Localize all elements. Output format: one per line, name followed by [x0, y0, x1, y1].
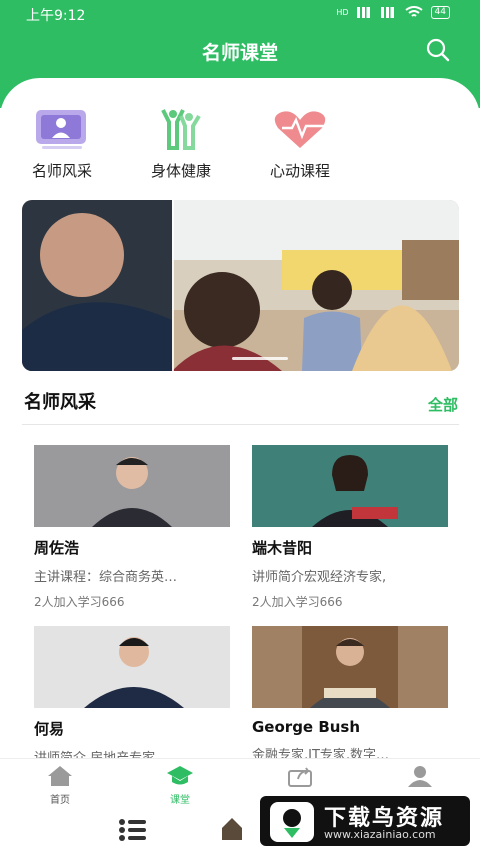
- home-nav-icon[interactable]: [220, 816, 244, 842]
- join-count: 2人加入学习666: [252, 595, 343, 609]
- view-all-link[interactable]: 全部: [428, 394, 458, 415]
- teacher-name: George Bush: [252, 718, 361, 736]
- bird-logo-icon: [270, 802, 314, 842]
- search-icon[interactable]: [426, 38, 450, 62]
- category-health[interactable]: 身体健康: [131, 108, 231, 181]
- category-label: 名师风采: [31, 162, 92, 180]
- teacher-name: 端木昔阳: [252, 539, 313, 557]
- heart-pulse-icon: [274, 111, 328, 148]
- category-heart[interactable]: 心动课程: [250, 108, 350, 181]
- teacher-card[interactable]: George Bush 金融专家,IT专家,数字…: [252, 626, 448, 763]
- teacher-card[interactable]: 何易 讲师简介,房地产专家: [34, 626, 230, 766]
- category-teachers[interactable]: 名师风采: [12, 108, 112, 181]
- status-time: 上午9:12: [26, 8, 86, 24]
- signal-icon: [356, 7, 373, 18]
- tab-home[interactable]: 首页: [20, 765, 100, 806]
- teacher-photo: [34, 445, 230, 527]
- category-label: 心动课程: [269, 162, 330, 180]
- teacher-photo: [252, 626, 448, 708]
- teacher-desc: 讲师简介宏观经济专家,: [252, 570, 387, 585]
- signal-icon-2: [380, 7, 397, 18]
- status-bar: 上午9:12 HD 44: [0, 0, 480, 28]
- share-icon: [288, 767, 312, 787]
- tab-share[interactable]: [260, 765, 340, 791]
- tab-profile[interactable]: [380, 765, 460, 791]
- people-health-icon: [161, 109, 201, 150]
- battery-icon: 44: [430, 6, 450, 19]
- classroom-icon: [167, 766, 193, 785]
- banner-carousel[interactable]: [22, 200, 459, 371]
- wifi-icon: [404, 6, 423, 17]
- teacher-photo: [34, 626, 230, 708]
- user-icon: [408, 766, 432, 787]
- tab-classroom[interactable]: 课堂: [140, 765, 220, 806]
- status-icons: HD 44: [336, 6, 450, 19]
- category-row: 名师风采 身体健康 心动课程: [0, 108, 480, 188]
- tab-label: 首页: [50, 795, 70, 806]
- section-title-text: 名师风采: [24, 392, 96, 413]
- menu-icon[interactable]: [118, 818, 148, 842]
- teacher-photo: [252, 445, 448, 527]
- teacher-name: 周佐浩: [34, 539, 80, 557]
- teacher-desc: 主讲课程：综合商务英…: [34, 570, 178, 585]
- divider: [22, 424, 459, 425]
- section-title: 名师风采: [24, 388, 96, 414]
- home-icon: [48, 766, 72, 786]
- watermark-url: www.xiazainiao.com: [324, 828, 436, 841]
- teacher-name: 何易: [34, 720, 65, 738]
- watermark-logo: 下载鸟资源 www.xiazainiao.com: [260, 796, 470, 846]
- page-title: 名师课堂: [201, 42, 278, 64]
- join-count: 2人加入学习666: [34, 595, 125, 609]
- tab-label: 课堂: [170, 795, 190, 806]
- carousel-indicator: [232, 357, 288, 360]
- classroom-banner-image: [22, 200, 459, 371]
- teacher-screen-icon: [36, 110, 86, 149]
- teacher-card[interactable]: 周佐浩 主讲课程：综合商务英… 2人加入学习666: [34, 445, 230, 610]
- hd-label: HD: [336, 8, 349, 17]
- teacher-card[interactable]: 端木昔阳 讲师简介宏观经济专家, 2人加入学习666: [252, 445, 448, 610]
- category-label: 身体健康: [150, 162, 211, 180]
